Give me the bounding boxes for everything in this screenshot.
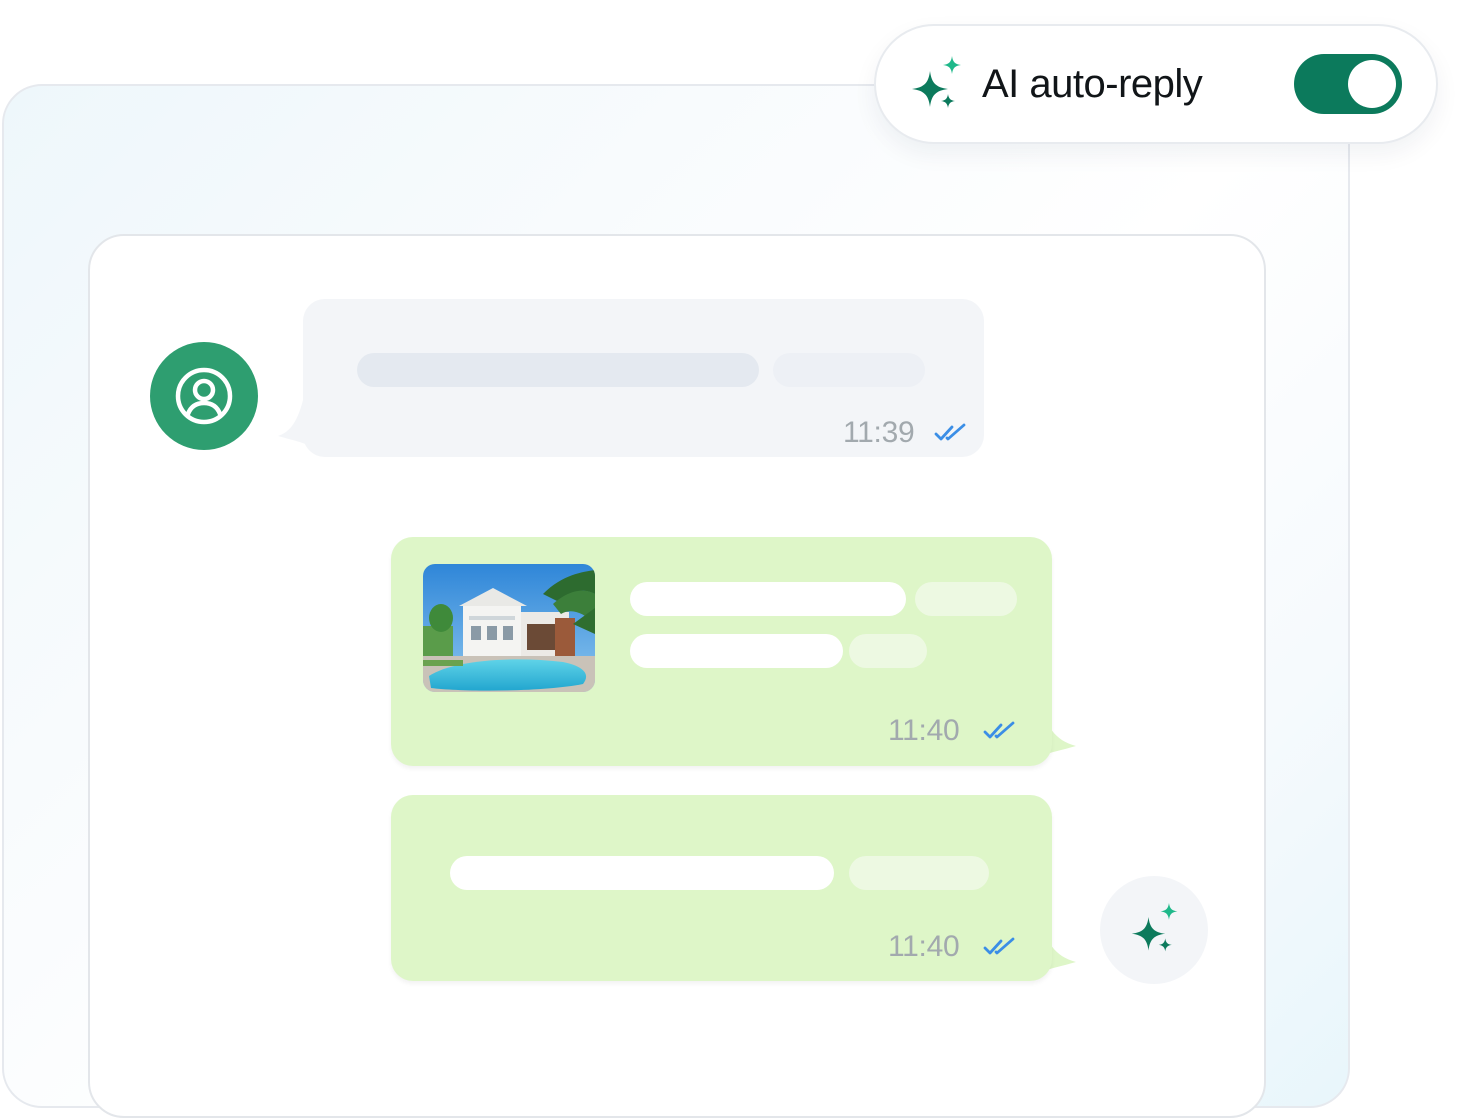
sparkle-icon (912, 56, 961, 108)
user-circle-icon (175, 367, 233, 425)
read-receipt-icon (983, 937, 1015, 955)
house-photo[interactable] (423, 564, 595, 692)
house-pool-image (423, 564, 595, 692)
outgoing-message-bubble[interactable]: 11:40 (391, 537, 1052, 766)
message-text-placeholder (915, 582, 1017, 616)
message-time: 11:40 (888, 714, 960, 747)
switch-knob (1348, 60, 1396, 108)
message-text-placeholder (450, 856, 834, 890)
message-text-placeholder (630, 582, 906, 616)
incoming-message-bubble[interactable]: 11:39 (303, 299, 984, 457)
ai-auto-reply-label: AI auto-reply (982, 62, 1203, 106)
message-text-placeholder (849, 634, 927, 668)
sparkle-icon (1131, 903, 1178, 952)
message-text-placeholder (630, 634, 843, 668)
message-text-placeholder (773, 353, 925, 387)
message-time: 11:40 (888, 930, 960, 963)
message-text-placeholder (357, 353, 759, 387)
contact-avatar[interactable] (150, 342, 258, 450)
ai-sender-avatar[interactable] (1100, 876, 1208, 984)
outgoing-message-bubble[interactable]: 11:40 (391, 795, 1052, 981)
message-text-placeholder (849, 856, 989, 890)
message-time: 11:39 (843, 416, 915, 449)
ai-auto-reply-switch[interactable] (1294, 54, 1402, 114)
ai-auto-reply-toggle-card[interactable]: AI auto-reply (874, 24, 1438, 144)
read-receipt-icon (934, 423, 966, 441)
read-receipt-icon (983, 721, 1015, 739)
